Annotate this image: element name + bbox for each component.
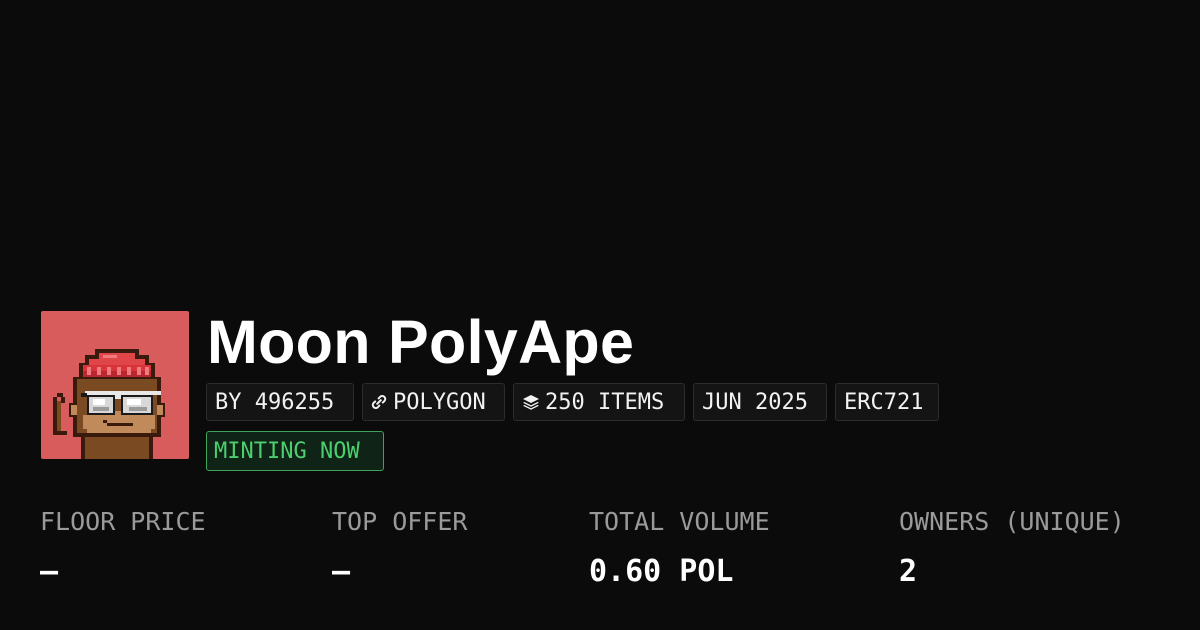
total-volume-label: TOTAL VOLUME xyxy=(589,507,770,536)
creator-tag[interactable]: BY 496255 xyxy=(206,383,354,421)
chain-tag[interactable]: POLYGON xyxy=(362,383,505,421)
items-tag[interactable]: 250 ITEMS xyxy=(513,383,685,421)
top-offer-label: TOP OFFER xyxy=(332,507,468,536)
token-standard-label: ERC721 xyxy=(844,389,924,415)
floor-price-label: FLOOR PRICE xyxy=(40,507,206,536)
layers-icon xyxy=(521,392,541,412)
date-label: JUN 2025 xyxy=(702,389,808,415)
collection-title: Moon PolyApe xyxy=(207,308,635,376)
token-standard-tag: ERC721 xyxy=(835,383,939,421)
creator-label: BY 496255 xyxy=(215,389,335,415)
minting-status-label: MINTING NOW xyxy=(214,438,360,464)
owners-value: 2 xyxy=(899,554,918,589)
owners-label: OWNERS (UNIQUE) xyxy=(899,507,1125,536)
floor-price-value: – xyxy=(40,554,59,589)
pixel-ape-avatar-icon xyxy=(53,349,165,459)
collection-card: Moon PolyApe BY 496255 POLYGON 250 ITEMS… xyxy=(0,0,1200,630)
polygon-link-icon xyxy=(369,392,389,412)
minting-status-badge[interactable]: MINTING NOW xyxy=(206,431,384,471)
top-offer-value: – xyxy=(332,554,351,589)
collection-avatar xyxy=(41,311,189,459)
total-volume-value: 0.60 POL xyxy=(589,554,734,589)
items-label: 250 ITEMS xyxy=(545,389,665,415)
chain-label: POLYGON xyxy=(393,389,486,415)
date-tag: JUN 2025 xyxy=(693,383,827,421)
